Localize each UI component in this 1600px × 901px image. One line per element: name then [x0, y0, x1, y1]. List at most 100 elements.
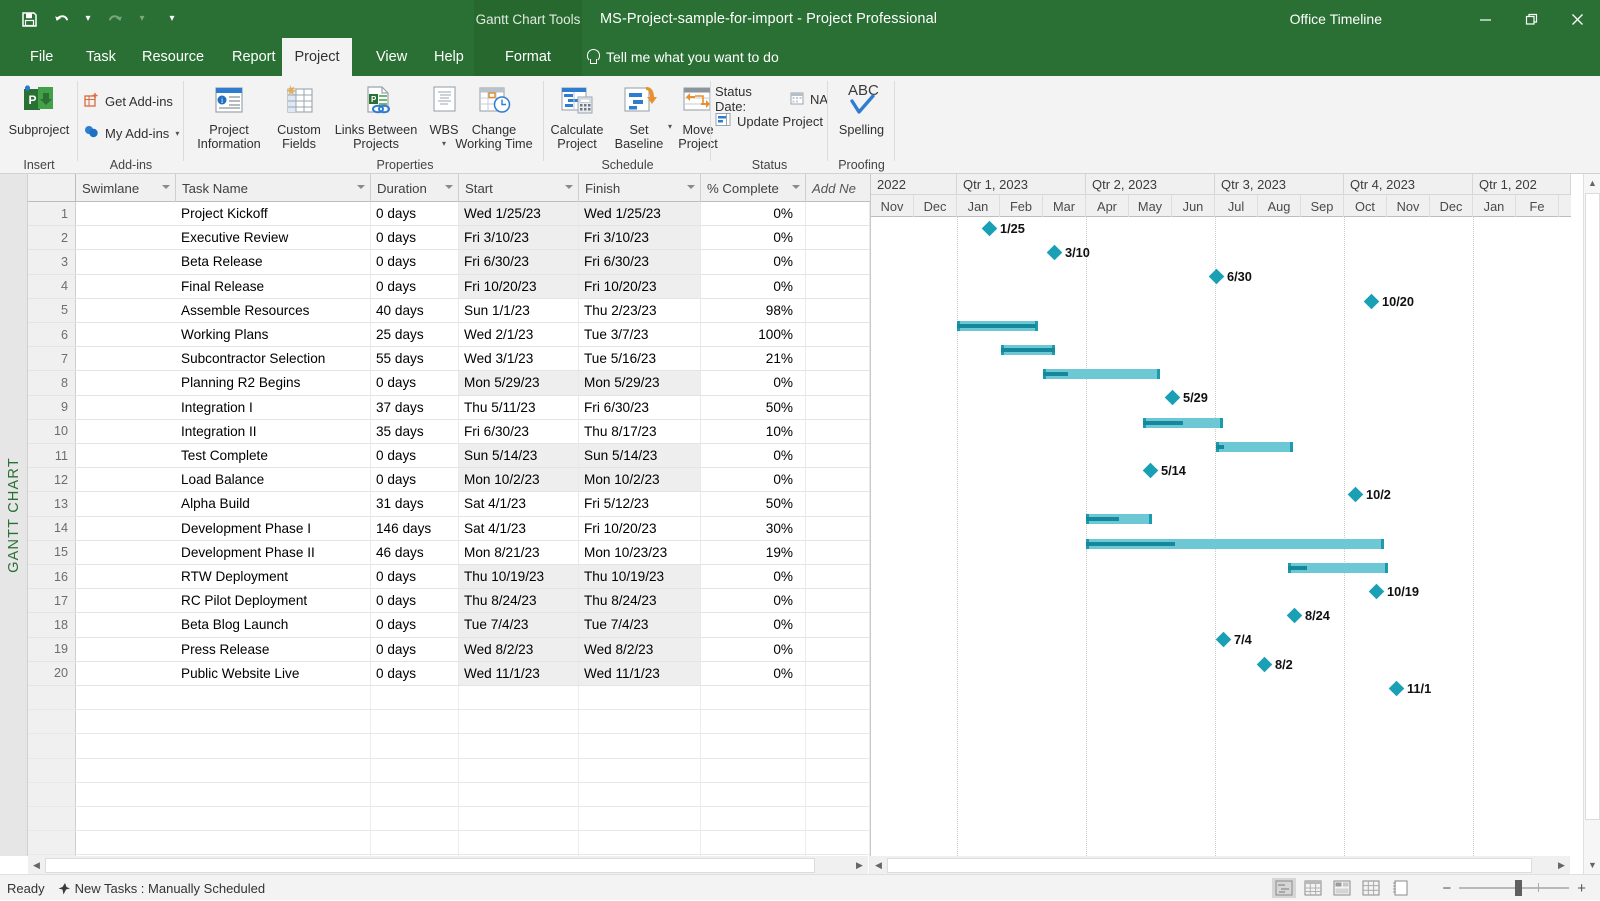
- view-bar[interactable]: GANTT CHART: [0, 174, 28, 856]
- cell-addnew[interactable]: [806, 250, 870, 273]
- resource-sheet-view-icon[interactable]: [1359, 878, 1383, 898]
- empty-row[interactable]: [28, 686, 870, 710]
- empty-cell[interactable]: [701, 759, 806, 782]
- cell-finish[interactable]: Fri 6/30/23: [579, 396, 701, 419]
- cell-duration[interactable]: 0 days: [371, 202, 459, 225]
- row-number[interactable]: 15: [28, 541, 76, 564]
- cell-finish[interactable]: Mon 10/2/23: [579, 468, 701, 491]
- redo-icon[interactable]: [100, 4, 130, 34]
- tab-help[interactable]: Help: [418, 38, 480, 76]
- cell-finish[interactable]: Fri 10/20/23: [579, 517, 701, 540]
- undo-dropdown-icon[interactable]: ▾: [78, 4, 98, 34]
- row-number[interactable]: 7: [28, 347, 76, 370]
- cell-task[interactable]: Load Balance: [176, 468, 371, 491]
- empty-cell[interactable]: [459, 710, 579, 733]
- cell-pct[interactable]: 0%: [701, 613, 806, 636]
- gantt-hscrollbar[interactable]: ◀ ▶: [870, 856, 1570, 874]
- cell-pct[interactable]: 50%: [701, 396, 806, 419]
- empty-cell[interactable]: [701, 710, 806, 733]
- empty-cell[interactable]: [371, 807, 459, 830]
- cell-pct[interactable]: 10%: [701, 420, 806, 443]
- gantt-milestone[interactable]: [1047, 245, 1063, 261]
- cell-addnew[interactable]: [806, 299, 870, 322]
- cell-pct[interactable]: 19%: [701, 541, 806, 564]
- cell-addnew[interactable]: [806, 468, 870, 491]
- cell-duration[interactable]: 0 days: [371, 638, 459, 661]
- cell-pct[interactable]: 30%: [701, 517, 806, 540]
- empty-cell[interactable]: [371, 734, 459, 757]
- empty-cell[interactable]: [371, 710, 459, 733]
- close-icon[interactable]: [1554, 0, 1600, 38]
- cell-pct[interactable]: 0%: [701, 275, 806, 298]
- empty-cell[interactable]: [459, 686, 579, 709]
- table-row[interactable]: 5Assemble Resources40 daysSun 1/1/23Thu …: [28, 299, 870, 323]
- cell-start[interactable]: Sat 4/1/23: [459, 492, 579, 515]
- cell-start[interactable]: Fri 6/30/23: [459, 250, 579, 273]
- cell-pct[interactable]: 98%: [701, 299, 806, 322]
- cell-duration[interactable]: 0 days: [371, 275, 459, 298]
- duration-filter-icon[interactable]: [445, 185, 453, 189]
- empty-cell[interactable]: [371, 759, 459, 782]
- restore-icon[interactable]: [1508, 0, 1554, 38]
- zoom-slider-thumb[interactable]: [1515, 880, 1522, 896]
- table-row[interactable]: 19Press Release0 daysWed 8/2/23Wed 8/2/2…: [28, 638, 870, 662]
- cell-start[interactable]: Mon 8/21/23: [459, 541, 579, 564]
- zoom-slider[interactable]: [1459, 887, 1569, 889]
- cell-pct[interactable]: 0%: [701, 468, 806, 491]
- vertical-scrollbar[interactable]: ▲ ▼: [1583, 174, 1600, 874]
- gantt-hscroll-thumb[interactable]: [887, 858, 1532, 873]
- gantt-bar[interactable]: [1143, 418, 1223, 428]
- row-number[interactable]: 2: [28, 226, 76, 249]
- cell-duration[interactable]: 0 days: [371, 662, 459, 685]
- col-duration[interactable]: Duration: [371, 174, 459, 202]
- cell-finish[interactable]: Fri 10/20/23: [579, 275, 701, 298]
- table-row[interactable]: 4Final Release0 daysFri 10/20/23Fri 10/2…: [28, 275, 870, 299]
- redo-dropdown-icon[interactable]: ▾: [132, 4, 152, 34]
- team-planner-view-icon[interactable]: [1330, 878, 1354, 898]
- empty-cell[interactable]: [176, 807, 371, 830]
- col-task-name[interactable]: Task Name: [176, 174, 371, 202]
- row-number[interactable]: 3: [28, 250, 76, 273]
- customize-qat-icon[interactable]: ▾: [162, 4, 182, 34]
- table-row[interactable]: 8Planning R2 Begins0 daysMon 5/29/23Mon …: [28, 371, 870, 395]
- gantt-bar[interactable]: [1216, 442, 1293, 452]
- cell-start[interactable]: Wed 11/1/23: [459, 662, 579, 685]
- cell-pct[interactable]: 0%: [701, 250, 806, 273]
- row-number[interactable]: 18: [28, 613, 76, 636]
- row-number[interactable]: 11: [28, 444, 76, 467]
- my-addins-button[interactable]: My Add-ins ▾: [84, 124, 179, 142]
- gantt-milestone[interactable]: [1216, 632, 1232, 648]
- minimize-icon[interactable]: [1462, 0, 1508, 38]
- gantt-milestone[interactable]: [1364, 293, 1380, 309]
- cell-start[interactable]: Thu 8/24/23: [459, 589, 579, 612]
- tab-resource[interactable]: Resource: [126, 38, 220, 76]
- empty-cell[interactable]: [459, 807, 579, 830]
- table-row[interactable]: 16RTW Deployment0 daysThu 10/19/23Thu 10…: [28, 565, 870, 589]
- status-date-row[interactable]: Status Date: NA: [715, 84, 828, 114]
- cell-duration[interactable]: 146 days: [371, 517, 459, 540]
- cell-task[interactable]: Assemble Resources: [176, 299, 371, 322]
- empty-cell[interactable]: [806, 734, 870, 757]
- gantt-milestone[interactable]: [1287, 608, 1303, 624]
- empty-cell[interactable]: [806, 686, 870, 709]
- cell-start[interactable]: Fri 10/20/23: [459, 275, 579, 298]
- cell-task[interactable]: Public Website Live: [176, 662, 371, 685]
- row-number[interactable]: 12: [28, 468, 76, 491]
- cell-addnew[interactable]: [806, 275, 870, 298]
- cell-task[interactable]: Subcontractor Selection: [176, 347, 371, 370]
- empty-cell[interactable]: [371, 686, 459, 709]
- cell-duration[interactable]: 0 days: [371, 226, 459, 249]
- cell-start[interactable]: Wed 8/2/23: [459, 638, 579, 661]
- cell-addnew[interactable]: [806, 226, 870, 249]
- cell-start[interactable]: Mon 10/2/23: [459, 468, 579, 491]
- col-pct-complete[interactable]: % Complete: [701, 174, 806, 202]
- gantt-bar[interactable]: [1086, 514, 1152, 524]
- cell-task[interactable]: Development Phase II: [176, 541, 371, 564]
- table-row[interactable]: 18Beta Blog Launch0 daysTue 7/4/23Tue 7/…: [28, 613, 870, 637]
- empty-row[interactable]: [28, 831, 870, 855]
- custom-fields-button[interactable]: Custom Fields: [268, 79, 330, 151]
- gantt-milestone[interactable]: [1257, 656, 1273, 672]
- cell-finish[interactable]: Thu 8/17/23: [579, 420, 701, 443]
- cell-start[interactable]: Wed 2/1/23: [459, 323, 579, 346]
- tab-view[interactable]: View: [360, 38, 423, 76]
